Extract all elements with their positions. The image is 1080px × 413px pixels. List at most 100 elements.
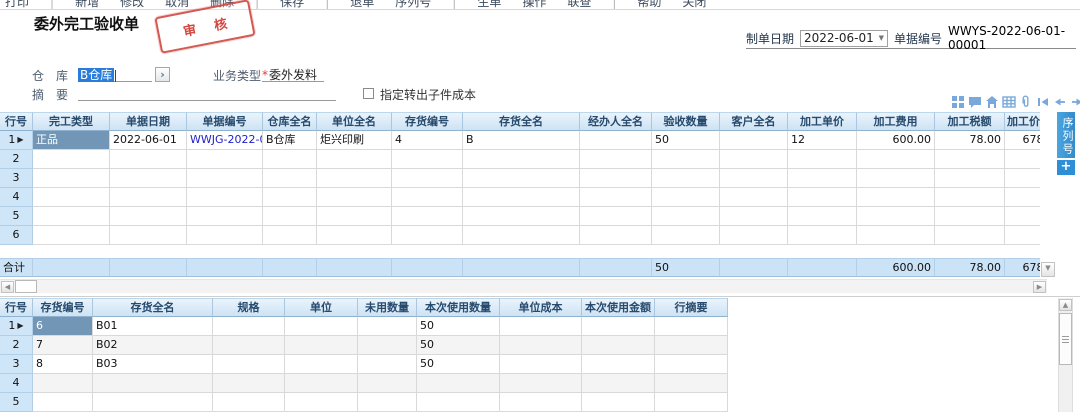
cell[interactable] [263, 207, 317, 226]
row-number-cell[interactable]: 4 [0, 374, 33, 393]
column-header[interactable]: 仓库全名 [263, 112, 317, 131]
column-header[interactable]: 存货编号 [33, 298, 93, 317]
cell[interactable] [317, 150, 392, 169]
cell[interactable] [935, 226, 1005, 245]
cell[interactable]: 50 [417, 355, 500, 374]
serial-number-tab[interactable]: 序列号 [1057, 112, 1075, 158]
cell[interactable] [110, 150, 187, 169]
menu-item[interactable]: 退单 [350, 0, 374, 10]
cell[interactable]: B02 [93, 336, 213, 355]
cell[interactable]: 8 [33, 355, 93, 374]
column-header[interactable]: 行号 [0, 298, 33, 317]
column-header[interactable]: 完工类型 [33, 112, 110, 131]
cell[interactable] [93, 374, 213, 393]
cell[interactable]: B01 [93, 317, 213, 336]
vertical-scroll-thumb[interactable] [1059, 313, 1072, 365]
scroll-left-button[interactable]: ◀ [1, 281, 14, 293]
cell[interactable] [317, 207, 392, 226]
cell[interactable] [33, 150, 110, 169]
horizontal-scroll-thumb[interactable] [15, 280, 37, 293]
cell[interactable] [857, 150, 935, 169]
cell[interactable] [652, 188, 720, 207]
column-header[interactable]: 本次使用金额 [582, 298, 655, 317]
cell[interactable] [392, 226, 463, 245]
scroll-right-button[interactable]: ▶ [1033, 281, 1046, 293]
cell[interactable] [317, 226, 392, 245]
cell[interactable]: 50 [652, 131, 720, 150]
cell[interactable] [655, 374, 728, 393]
cell[interactable] [720, 226, 788, 245]
cell[interactable] [580, 131, 652, 150]
warehouse-browse-button[interactable]: › [155, 67, 170, 82]
cell[interactable] [582, 374, 655, 393]
doc-date-select[interactable]: 2022-06-01 ▼ [800, 30, 888, 47]
row-number-cell[interactable]: 2 [0, 150, 33, 169]
cell[interactable] [110, 188, 187, 207]
cell[interactable] [720, 131, 788, 150]
menu-item[interactable]: 保存 [280, 0, 304, 10]
cell[interactable]: 678.00 [1005, 131, 1040, 150]
cell[interactable] [720, 169, 788, 188]
biz-type-field[interactable]: *委外发料 [262, 66, 324, 82]
horizontal-scrollbar[interactable]: ◀ ▶ [0, 279, 1047, 293]
cell[interactable] [720, 188, 788, 207]
cell[interactable]: 12 [788, 131, 857, 150]
cell[interactable]: 7 [33, 336, 93, 355]
column-header[interactable]: 存货全名 [463, 112, 580, 131]
cell[interactable] [935, 169, 1005, 188]
cell[interactable] [1005, 226, 1040, 245]
cell[interactable] [285, 355, 358, 374]
table-view-icon[interactable] [1002, 95, 1016, 109]
next-record-icon[interactable] [1070, 95, 1080, 109]
scroll-up-button[interactable]: ▲ [1059, 299, 1072, 311]
cell[interactable] [720, 207, 788, 226]
cell[interactable] [187, 150, 263, 169]
cell[interactable] [285, 317, 358, 336]
menu-item[interactable]: 打印 [5, 0, 29, 10]
cell[interactable]: B仓库 [263, 131, 317, 150]
cell[interactable] [358, 374, 417, 393]
cell[interactable] [358, 317, 417, 336]
menu-item[interactable]: 修改 [120, 0, 144, 10]
cell[interactable] [788, 150, 857, 169]
cell[interactable] [187, 188, 263, 207]
cell[interactable] [263, 226, 317, 245]
menu-item[interactable]: 联查 [567, 0, 591, 10]
cell[interactable]: B [463, 131, 580, 150]
row-number-cell[interactable]: 5 [0, 207, 33, 226]
cell[interactable] [463, 226, 580, 245]
cell[interactable] [1005, 188, 1040, 207]
menu-item[interactable]: 新增 [75, 0, 99, 10]
column-header[interactable]: 行号 [0, 112, 33, 131]
bill-no-field[interactable]: WWYS-2022-06-01-00001 [948, 24, 1076, 52]
cell[interactable] [110, 226, 187, 245]
cell[interactable] [580, 226, 652, 245]
column-header[interactable]: 加工费用 [857, 112, 935, 131]
cell[interactable] [213, 317, 285, 336]
cell[interactable]: 600.00 [857, 131, 935, 150]
cell[interactable] [580, 188, 652, 207]
cell[interactable] [935, 188, 1005, 207]
cell[interactable] [652, 226, 720, 245]
cell[interactable] [392, 188, 463, 207]
row-number-cell[interactable]: 6 [0, 226, 33, 245]
cell[interactable] [33, 188, 110, 207]
cell[interactable] [500, 336, 582, 355]
row-number-cell[interactable]: 3 [0, 169, 33, 188]
column-header[interactable]: 客户全名 [720, 112, 788, 131]
cell[interactable] [857, 207, 935, 226]
cell[interactable]: WWJG-2022-06-01-00001 [187, 131, 263, 150]
column-header[interactable]: 存货全名 [93, 298, 213, 317]
cell[interactable] [1005, 150, 1040, 169]
column-header[interactable]: 单据编号 [187, 112, 263, 131]
column-header[interactable]: 单据日期 [110, 112, 187, 131]
cell[interactable] [463, 150, 580, 169]
cell[interactable] [213, 393, 285, 412]
cell[interactable] [857, 188, 935, 207]
cell[interactable] [788, 226, 857, 245]
cell[interactable] [263, 188, 317, 207]
cell[interactable] [263, 150, 317, 169]
cell[interactable] [935, 207, 1005, 226]
column-header[interactable]: 单位 [285, 298, 358, 317]
attachment-icon[interactable] [1019, 95, 1033, 109]
